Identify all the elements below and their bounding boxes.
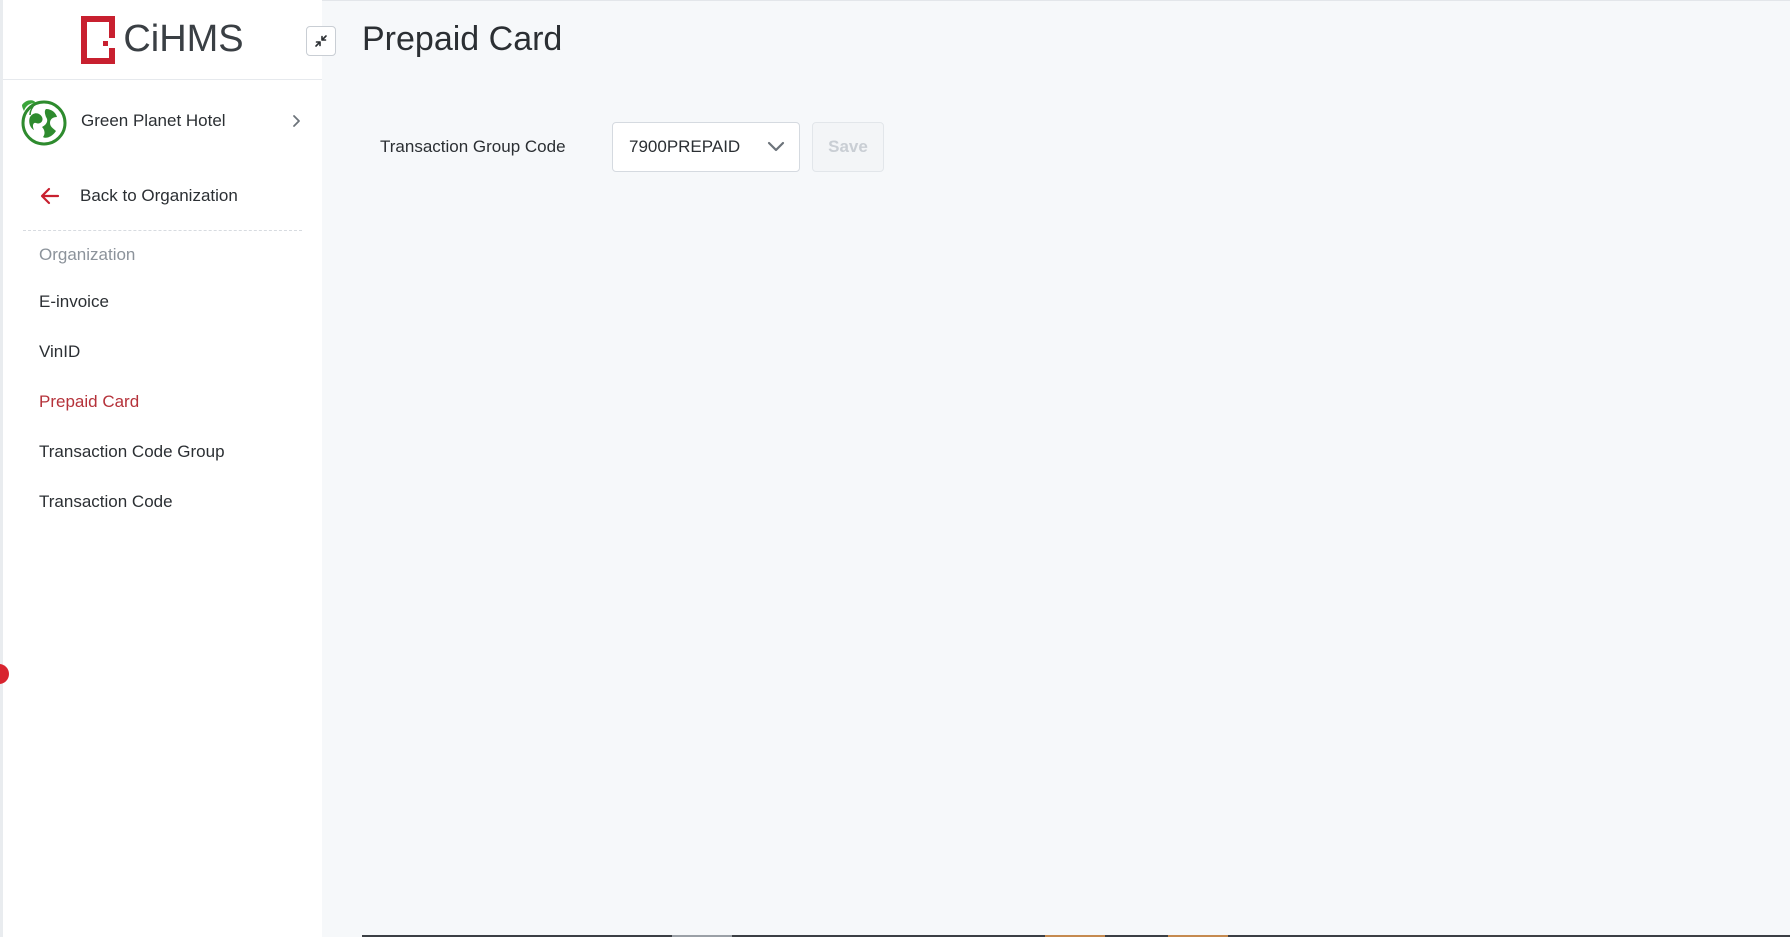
logo-mark-icon [81, 15, 116, 64]
arrow-left-icon [40, 187, 60, 205]
collapse-sidebar-button[interactable] [306, 26, 336, 56]
collapse-arrows-icon [315, 35, 327, 47]
hotel-selector[interactable]: Green Planet Hotel [3, 80, 322, 162]
sidebar-item-prepaid-card[interactable]: Prepaid Card [3, 377, 322, 427]
transaction-group-code-label: Transaction Group Code [380, 137, 566, 156]
chevron-down-icon [767, 141, 785, 152]
transaction-group-form: Transaction Group Code 7900PREPAID Save [380, 122, 884, 172]
app-logo[interactable]: CiHMS [81, 15, 244, 64]
globe-leaf-icon [21, 100, 67, 146]
sidebar: CiHMS Green Planet Hotel Back to Organiz… [0, 0, 336, 937]
sidebar-item-e-invoice[interactable]: E-invoice [3, 277, 322, 327]
page-title: Prepaid Card [362, 20, 563, 58]
top-border [322, 0, 1790, 1]
logo-text: CiHMS [123, 18, 244, 60]
sidebar-menu: E-invoice VinID Prepaid Card Transaction… [3, 277, 322, 527]
hotel-name: Green Planet Hotel [81, 111, 226, 130]
sidebar-item-vinid[interactable]: VinID [3, 327, 322, 377]
save-button[interactable]: Save [812, 122, 884, 172]
app-root: CiHMS Green Planet Hotel Back to Organiz… [0, 0, 1790, 937]
main-content: Prepaid Card Transaction Group Code 7900… [322, 0, 1790, 937]
logo-bar: CiHMS [3, 0, 336, 80]
back-to-organization-link[interactable]: Back to Organization [3, 162, 322, 230]
notification-tab[interactable] [0, 664, 9, 684]
selected-value: 7900PREPAID [629, 137, 741, 156]
back-label: Back to Organization [80, 186, 238, 205]
sidebar-item-transaction-code-group[interactable]: Transaction Code Group [3, 427, 322, 477]
menu-section-heading: Organization [39, 245, 136, 264]
transaction-group-code-select[interactable]: 7900PREPAID [612, 122, 800, 172]
chevron-right-icon [293, 115, 300, 127]
sidebar-item-transaction-code[interactable]: Transaction Code [3, 477, 322, 527]
